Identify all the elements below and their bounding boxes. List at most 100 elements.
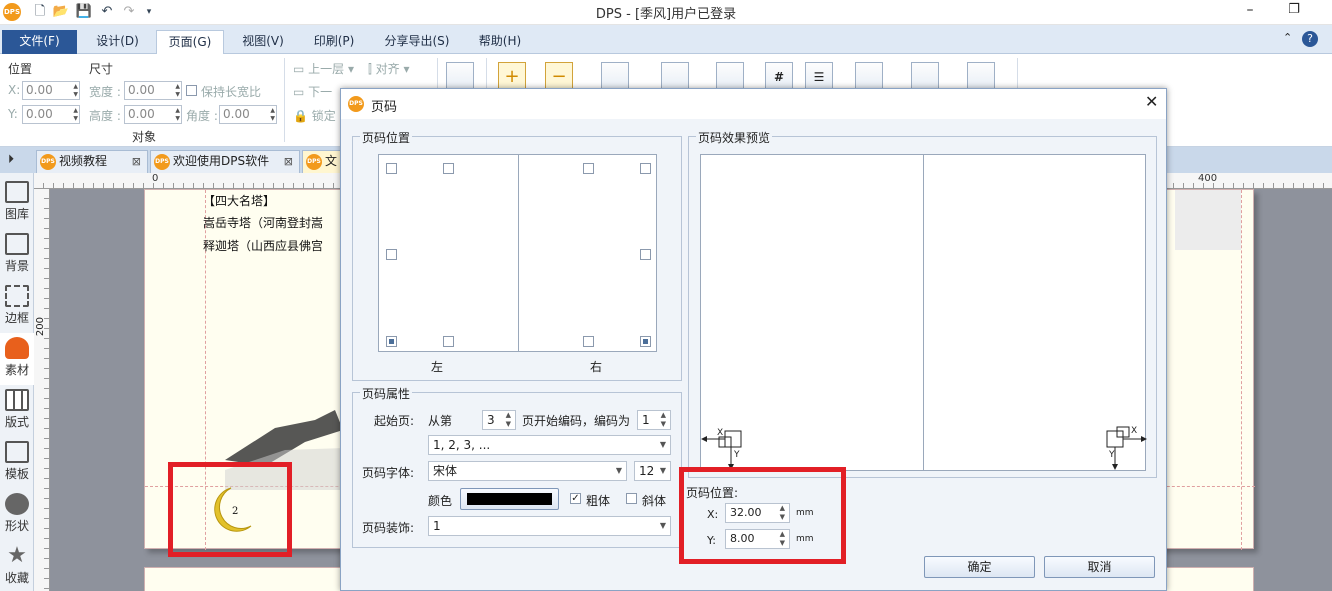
page-position-preview — [378, 154, 657, 352]
tab-print[interactable]: 印刷(P) — [302, 30, 366, 54]
cancel-button[interactable]: 取消 — [1044, 556, 1155, 578]
x-input[interactable]: 0.00 ▲ ▼ — [22, 81, 80, 100]
start-suffix-label: 页开始编码，编码为 — [522, 414, 631, 428]
object-group-label: 对象 — [132, 130, 157, 144]
gallery-icon — [5, 181, 29, 203]
pos-right-bottom-outer-checkbox[interactable] — [640, 336, 651, 347]
code-as-spinner[interactable]: 1 ▲ ▼ — [637, 410, 671, 430]
vertical-ruler: 200 — [34, 189, 50, 591]
position-group: 页码位置 左 右 — [352, 129, 682, 381]
height-input[interactable]: 0.00 ▲ ▼ — [124, 105, 182, 124]
tab-design[interactable]: 设计(D) — [85, 30, 150, 54]
highlight-box — [679, 467, 846, 564]
template-button[interactable]: 模板 — [0, 437, 34, 489]
window-title: DPS - [季风]用户已登录 — [595, 7, 737, 22]
layout-button[interactable]: 版式 — [0, 385, 34, 437]
spine-line — [518, 155, 519, 351]
corner-decoration-image — [1175, 190, 1241, 250]
decor-select[interactable]: 1 ▼ — [428, 516, 671, 536]
left-page-label: 左 — [431, 360, 444, 374]
attribute-group: 页码属性 起始页: 从第 3 ▲ ▼ 页开始编码，编码为 1 ▲ ▼ 1, 2, 3, … — [352, 385, 682, 548]
shape-icon — [5, 493, 29, 515]
align-button[interactable]: ⫿ 对齐 ▾ — [368, 60, 410, 77]
italic-label: 斜体 — [642, 494, 667, 508]
bold-label: 粗体 — [586, 494, 611, 508]
close-tab-icon[interactable]: ⊠ — [284, 151, 293, 172]
border-icon — [5, 285, 29, 307]
start-page-spinner[interactable]: 3 ▲ ▼ — [482, 410, 516, 430]
pos-left-top-outer-checkbox[interactable] — [386, 163, 397, 174]
bold-checkbox[interactable]: ✓ — [570, 493, 581, 504]
color-swatch — [467, 493, 552, 505]
italic-checkbox[interactable] — [626, 493, 637, 504]
pos-right-top-inner-checkbox[interactable] — [583, 163, 594, 174]
dialog-title: 页码 — [371, 100, 398, 115]
dialog-title-bar: DPS 页码 ✕ — [341, 89, 1166, 119]
spine-line — [923, 155, 924, 470]
angle-label: 角度 : — [186, 109, 218, 123]
favorites-button[interactable]: ★ 收藏 — [0, 541, 34, 591]
font-size-select[interactable]: 12 ▼ — [634, 461, 671, 481]
right-x-axis-label: X — [1131, 426, 1138, 436]
position-label: 位置 — [8, 62, 33, 76]
pos-right-top-outer-checkbox[interactable] — [640, 163, 651, 174]
tab-page[interactable]: 页面(G) — [156, 30, 224, 54]
material-button[interactable]: 素材 — [0, 333, 34, 385]
background-button[interactable]: 背景 — [0, 229, 34, 281]
page-text-line[interactable]: 释迦塔（山西应县佛宫 — [203, 237, 343, 254]
tab-video-tutorial[interactable]: DPS 视频教程 ⊠ — [36, 150, 148, 173]
group-title: 页码属性 — [360, 385, 413, 402]
left-x-axis-label: X — [717, 428, 724, 438]
panel-toggle-icon[interactable]: ⏵ — [8, 152, 14, 167]
tab-welcome[interactable]: DPS 欢迎使用DPS软件 ⊠ — [150, 150, 300, 173]
close-tab-icon[interactable]: ⊠ — [132, 151, 141, 172]
highlight-box — [168, 462, 292, 557]
preview-area: X Y X Y — [700, 154, 1147, 471]
width-input[interactable]: 0.00 ▲ ▼ — [124, 81, 182, 100]
pos-left-middle-checkbox[interactable] — [386, 249, 397, 260]
ok-button[interactable]: 确定 — [924, 556, 1035, 578]
ruler-mark: 400 — [1198, 173, 1218, 184]
pos-right-bottom-inner-checkbox[interactable] — [583, 336, 594, 347]
pos-left-bottom-inner-checkbox[interactable] — [443, 336, 454, 347]
ruler-mark: 200 — [35, 317, 46, 337]
pos-left-top-inner-checkbox[interactable] — [443, 163, 454, 174]
group-title: 页码效果预览 — [696, 129, 773, 146]
format-select[interactable]: 1, 2, 3, ... ▼ — [428, 435, 671, 455]
pos-left-bottom-outer-checkbox[interactable] — [386, 336, 397, 347]
start-page-label: 起始页: — [374, 414, 415, 428]
dps-logo-icon: DPS — [306, 154, 322, 170]
angle-input[interactable]: 0.00 ▲ ▼ — [219, 105, 277, 124]
dps-logo-icon: DPS — [154, 154, 170, 170]
size-label: 尺寸 — [89, 62, 114, 76]
close-icon[interactable]: ✕ — [1145, 92, 1158, 111]
background-icon — [5, 233, 29, 255]
help-icon[interactable]: ? — [1302, 31, 1318, 47]
collapse-ribbon-icon[interactable]: ⌃ — [1283, 31, 1292, 44]
color-picker-button[interactable] — [460, 488, 559, 510]
tab-file[interactable]: 文件(F) — [2, 30, 77, 54]
from-label: 从第 — [428, 414, 453, 428]
lock-button[interactable]: 🔒 锁定 — [293, 107, 336, 124]
tab-share-export[interactable]: 分享导出(S) — [374, 30, 460, 54]
tab-view[interactable]: 视图(V) — [232, 30, 294, 54]
star-icon: ★ — [7, 543, 27, 568]
border-button[interactable]: 边框 — [0, 281, 34, 333]
y-label: Y: — [8, 107, 18, 121]
gallery-button[interactable]: 图库 — [0, 177, 34, 229]
keep-ratio-checkbox[interactable] — [186, 85, 197, 96]
y-input[interactable]: 0.00 ▲ ▼ — [22, 105, 80, 124]
shape-button[interactable]: 形状 — [0, 489, 34, 541]
down-layer-button[interactable]: ▭ 下一 — [293, 83, 332, 100]
tab-document[interactable]: DPS 文 — [302, 150, 342, 173]
tab-help[interactable]: 帮助(H) — [468, 30, 532, 54]
minimize-icon[interactable]: – — [1240, 2, 1260, 18]
page-text-line[interactable]: 嵩岳寺塔（河南登封嵩 — [203, 214, 343, 231]
page-text-line[interactable]: 【四大名塔】 — [203, 192, 343, 209]
left-y-axis-label: Y — [734, 450, 740, 460]
restore-icon[interactable]: ❐ — [1284, 2, 1304, 17]
height-label: 高度 : — [89, 109, 121, 123]
up-layer-button[interactable]: ▭ 上一层 ▾ — [293, 60, 354, 77]
pos-right-middle-checkbox[interactable] — [640, 249, 651, 260]
font-select[interactable]: 宋体 ▼ — [428, 461, 627, 481]
